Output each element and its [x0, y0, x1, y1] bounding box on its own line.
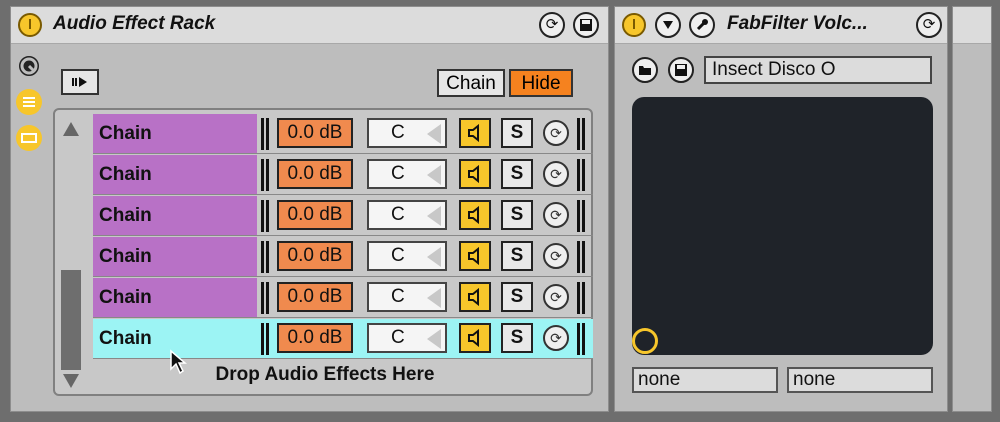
chain-end-grip [577, 282, 585, 314]
xy-handle[interactable] [632, 328, 658, 354]
chain-name[interactable]: Chain [93, 278, 257, 317]
drop-effects-hint[interactable]: Drop Audio Effects Here [55, 364, 595, 386]
chain-hot-swap-icon[interactable]: ⟳ [543, 161, 569, 187]
speaker-icon[interactable] [459, 200, 491, 230]
chain-volume[interactable]: 0.0 dB [277, 200, 353, 230]
macro-knob-icon[interactable] [16, 53, 42, 79]
chain-toggle-button[interactable]: Chain [437, 69, 505, 97]
x-param-select[interactable]: none [632, 367, 778, 393]
chain-row-selected[interactable]: Chain 0.0 dB C S ⟳ [93, 319, 593, 375]
plugin-title: FabFilter Volc... [727, 13, 868, 34]
solo-button[interactable]: S [501, 159, 533, 189]
solo-button[interactable]: S [501, 282, 533, 312]
speaker-icon[interactable] [459, 241, 491, 271]
plugin-hot-swap-icon[interactable]: ⟳ [916, 12, 942, 38]
solo-button[interactable]: S [501, 118, 533, 148]
chain-hot-swap-icon[interactable]: ⟳ [543, 243, 569, 269]
rack-save-icon[interactable] [573, 12, 599, 38]
device-list-icon[interactable] [16, 125, 42, 151]
chain-list-scrollbar[interactable] [59, 114, 83, 392]
chain-drag-handle[interactable] [261, 323, 269, 355]
preset-name-field[interactable]: Insect Disco O [704, 56, 932, 84]
wrench-icon[interactable] [689, 12, 715, 38]
rack-power-icon[interactable] [18, 13, 42, 37]
chain-drag-handle[interactable] [261, 159, 269, 191]
chain-list-icon[interactable] [16, 89, 42, 115]
chain-end-grip [577, 159, 585, 191]
chain-name[interactable]: Chain [93, 237, 257, 276]
rack-options-icon[interactable] [61, 69, 99, 95]
chain-pan[interactable]: C [367, 282, 447, 312]
audio-effect-rack: Audio Effect Rack ⟳ Chain Hide Chain 0.0… [10, 6, 609, 412]
chain-list: Chain 0.0 dB C S ⟳ Chain 0.0 dB C S ⟳ Ch… [53, 108, 593, 396]
speaker-icon[interactable] [459, 159, 491, 189]
chain-pan-value: C [391, 327, 405, 348]
next-device-edge [952, 6, 992, 412]
plugin-power-icon[interactable] [622, 13, 646, 37]
chain-hot-swap-icon[interactable]: ⟳ [543, 284, 569, 310]
plugin-title-bar[interactable]: FabFilter Volc... ⟳ [615, 7, 947, 44]
pan-indicator-icon [427, 247, 441, 267]
chain-name[interactable]: Chain [93, 114, 257, 153]
folder-icon[interactable] [632, 57, 658, 83]
chain-end-grip [577, 200, 585, 232]
chain-pan[interactable]: C [367, 200, 447, 230]
pan-indicator-icon [427, 329, 441, 349]
chain-end-grip [577, 241, 585, 273]
chain-pan-value: C [391, 286, 405, 307]
chain-volume[interactable]: 0.0 dB [277, 118, 353, 148]
speaker-icon[interactable] [459, 323, 491, 353]
chain-row[interactable]: Chain 0.0 dB C S ⟳ [93, 196, 593, 236]
chain-volume[interactable]: 0.0 dB [277, 159, 353, 189]
chain-pan-value: C [391, 245, 405, 266]
chain-name[interactable]: Chain [93, 196, 257, 235]
chain-end-grip [577, 323, 585, 355]
chain-hot-swap-icon[interactable]: ⟳ [543, 202, 569, 228]
speaker-icon[interactable] [459, 118, 491, 148]
rack-title-bar[interactable]: Audio Effect Rack ⟳ [11, 7, 608, 44]
chain-volume[interactable]: 0.0 dB [277, 323, 353, 353]
chain-pan-value: C [391, 204, 405, 225]
chain-volume[interactable]: 0.0 dB [277, 241, 353, 271]
chain-hot-swap-icon[interactable]: ⟳ [543, 120, 569, 146]
solo-button[interactable]: S [501, 323, 533, 353]
rack-title: Audio Effect Rack [53, 13, 216, 34]
chain-name[interactable]: Chain [93, 155, 257, 194]
pan-indicator-icon [427, 124, 441, 144]
scroll-thumb[interactable] [61, 270, 81, 370]
chain-drag-handle[interactable] [261, 118, 269, 150]
chain-pan[interactable]: C [367, 118, 447, 148]
chain-pan-value: C [391, 122, 405, 143]
hide-button[interactable]: Hide [509, 69, 573, 97]
xy-pad[interactable] [632, 97, 933, 355]
solo-button[interactable]: S [501, 200, 533, 230]
y-param-select[interactable]: none [787, 367, 933, 393]
rack-hot-swap-icon[interactable]: ⟳ [539, 12, 565, 38]
pan-indicator-icon [427, 206, 441, 226]
chain-end-grip [577, 118, 585, 150]
speaker-icon[interactable] [459, 282, 491, 312]
plugin-dropdown-icon[interactable] [655, 12, 681, 38]
chain-drag-handle[interactable] [261, 241, 269, 273]
chain-pan-value: C [391, 163, 405, 184]
chain-hot-swap-icon[interactable]: ⟳ [543, 325, 569, 351]
chain-volume[interactable]: 0.0 dB [277, 282, 353, 312]
plugin-save-icon[interactable] [668, 57, 694, 83]
chain-row[interactable]: Chain 0.0 dB C S ⟳ [93, 114, 593, 154]
chain-drag-handle[interactable] [261, 282, 269, 314]
chain-pan[interactable]: C [367, 241, 447, 271]
chain-drag-handle[interactable] [261, 200, 269, 232]
chain-row[interactable]: Chain 0.0 dB C S ⟳ [93, 155, 593, 195]
pan-indicator-icon [427, 165, 441, 185]
chain-pan[interactable]: C [367, 159, 447, 189]
chain-row[interactable]: Chain 0.0 dB C S ⟳ [93, 278, 593, 318]
pan-indicator-icon [427, 288, 441, 308]
chain-row[interactable]: Chain 0.0 dB C S ⟳ [93, 237, 593, 277]
chain-pan[interactable]: C [367, 323, 447, 353]
next-device-title-bar[interactable] [953, 7, 991, 44]
scroll-up-icon[interactable] [61, 120, 81, 138]
solo-button[interactable]: S [501, 241, 533, 271]
